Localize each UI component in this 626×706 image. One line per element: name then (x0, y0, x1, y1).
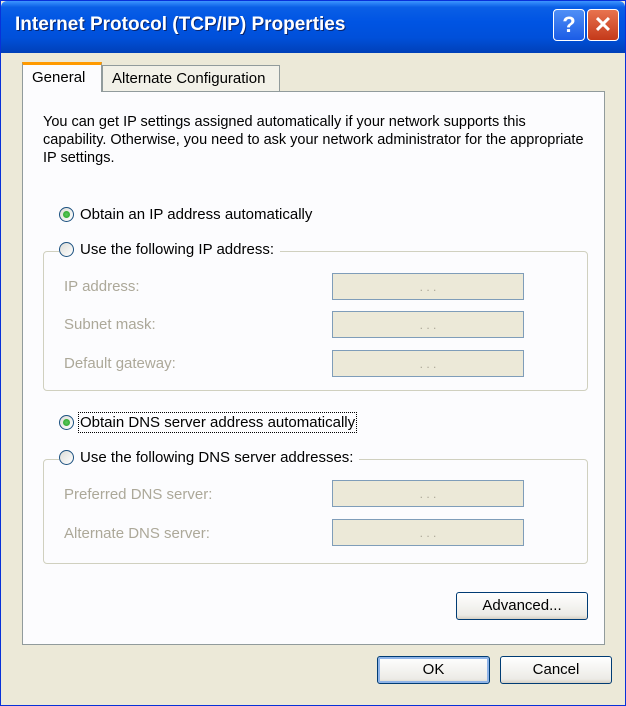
ip-address-label: IP address: (64, 278, 140, 295)
tab-general[interactable]: General (22, 62, 102, 92)
help-icon: ? (562, 12, 576, 37)
radio-label: Use the following IP address: (80, 241, 274, 258)
ip-address-input[interactable]: . . . (332, 273, 524, 300)
dialog-window: Internet Protocol (TCP/IP) Properties ? … (0, 0, 626, 706)
radio-label: Obtain DNS server address automatically (77, 412, 358, 433)
subnet-mask-input[interactable]: . . . (332, 311, 524, 338)
advanced-button[interactable]: Advanced... (456, 592, 588, 620)
tab-alternate-configuration[interactable]: Alternate Configuration (102, 65, 280, 92)
intro-text: You can get IP settings assigned automat… (43, 114, 584, 166)
alternate-dns-input[interactable]: . . . (332, 519, 524, 546)
radio-selected-icon (59, 207, 74, 222)
help-button[interactable]: ? (553, 9, 585, 41)
radio-label: Use the following DNS server addresses: (80, 449, 354, 466)
radio-obtain-dns-auto[interactable]: Obtain DNS server address automatically (59, 412, 362, 433)
radio-obtain-ip-auto[interactable]: Obtain an IP address automatically (59, 206, 319, 223)
preferred-dns-label: Preferred DNS server: (64, 486, 213, 503)
default-gateway-input[interactable]: . . . (332, 350, 524, 377)
title-bar[interactable]: Internet Protocol (TCP/IP) Properties ? … (1, 1, 625, 53)
close-icon: ✕ (593, 12, 613, 37)
radio-selected-icon (59, 415, 74, 430)
radio-use-dns-manual[interactable]: Use the following DNS server addresses: (59, 449, 360, 466)
radio-label: Obtain an IP address automatically (80, 206, 313, 223)
preferred-dns-input[interactable]: . . . (332, 480, 524, 507)
dns-server-group (43, 459, 588, 564)
window-title: Internet Protocol (TCP/IP) Properties (15, 14, 346, 35)
radio-use-ip-manual[interactable]: Use the following IP address: (59, 241, 280, 258)
alternate-dns-label: Alternate DNS server: (64, 525, 210, 542)
radio-unselected-icon (59, 242, 74, 257)
ok-button[interactable]: OK (377, 656, 490, 684)
cancel-button[interactable]: Cancel (500, 656, 612, 684)
subnet-mask-label: Subnet mask: (64, 316, 156, 333)
close-button[interactable]: ✕ (587, 9, 619, 41)
default-gateway-label: Default gateway: (64, 355, 176, 372)
radio-unselected-icon (59, 450, 74, 465)
